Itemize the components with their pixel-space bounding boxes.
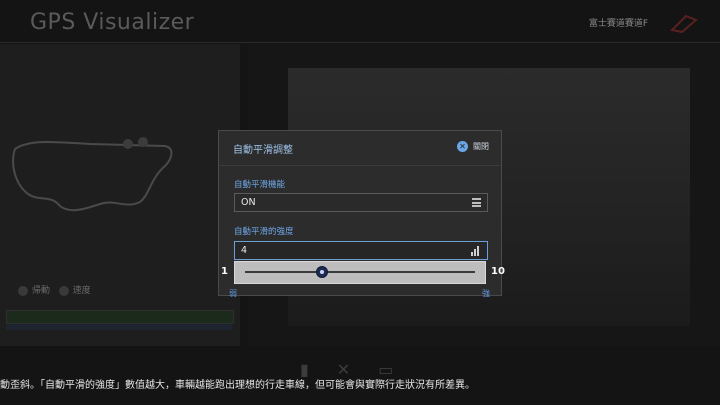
track-map-panel: 帰動 速度 [0,44,240,346]
slider-max-number: 10 [491,266,505,277]
app-title: GPS Visualizer [30,10,195,35]
function-select-value: ON [241,197,256,208]
close-label: 關閉 [473,142,489,151]
help-text: 動歪斜。「自動平滑的強度」數值越大，車輛越能跑出理想的行走車線，但可能會與實際行… [0,380,475,391]
close-button[interactable]: ✕ 關閉 [457,141,489,152]
strength-slider[interactable] [234,261,486,284]
slider-min-label: 弱 [229,289,237,298]
strength-input[interactable]: 4 [234,241,488,260]
lap-time-bar [6,310,234,324]
legend-dot-icon [58,285,69,296]
slider-min-number: 1 [221,266,228,277]
track-outline [12,137,173,212]
signal-level-icon [471,245,482,256]
list-icon [472,198,481,207]
dialog-title: 自動平滑調整 [233,145,293,156]
brand-logo-icon [670,14,698,34]
close-icon: ✕ [457,141,468,152]
course-name: 富士賽道賽道F [588,19,648,29]
legend-item: 速度 [72,286,91,296]
legend-dot-icon [18,285,28,296]
header-divider [0,42,720,43]
slider-thumb[interactable] [315,266,328,278]
strength-input-value: 4 [241,245,248,256]
map-legend: 帰動 速度 [18,283,91,296]
legend-item: 帰動 [32,286,51,296]
slider-track[interactable] [245,271,475,273]
slider-max-label: 強 [482,289,490,298]
strength-field-label: 自動平滑的強度 [234,227,294,237]
function-select[interactable]: ON [234,193,488,212]
function-field-label: 自動平滑機能 [234,180,286,190]
sector-bar [6,324,232,330]
dialog-header: 自動平滑調整 ✕ 關閉 [219,131,501,166]
